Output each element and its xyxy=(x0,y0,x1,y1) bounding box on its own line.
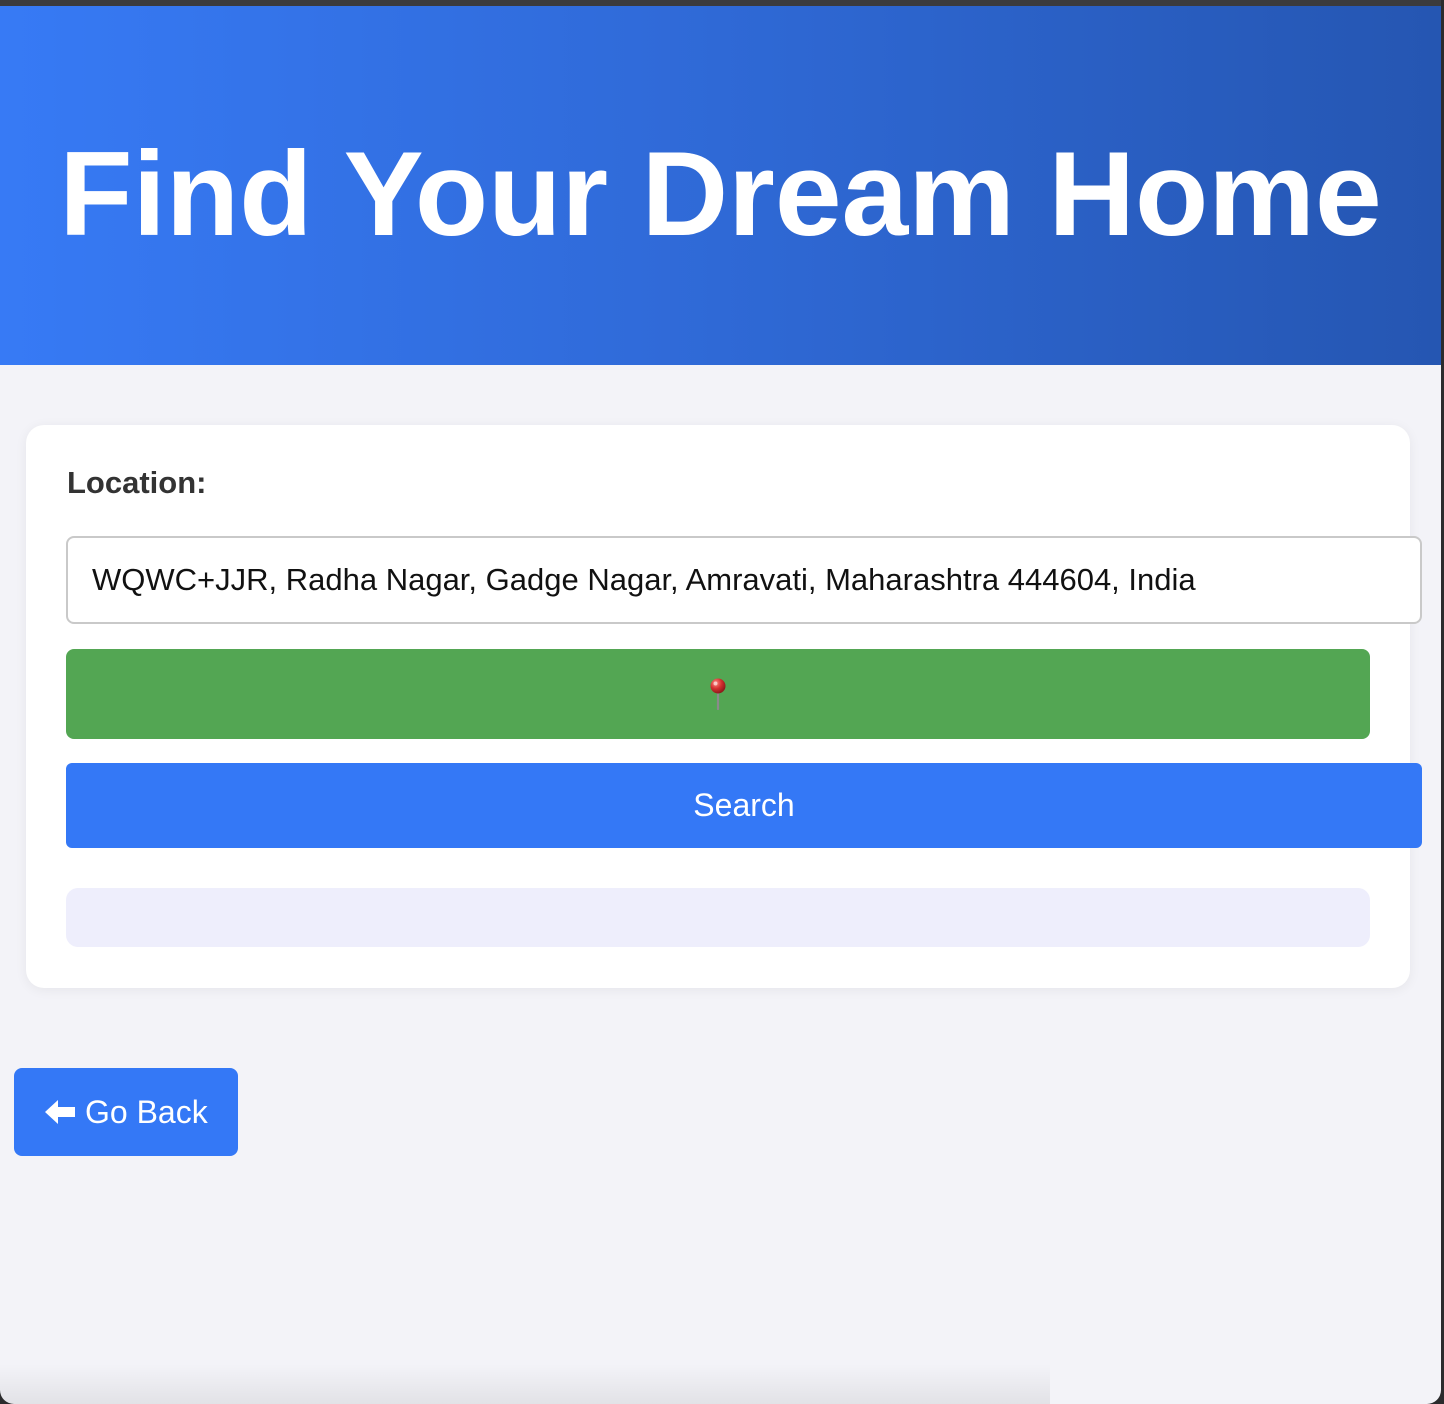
app-window: Find Your Dream Home Location: Search xyxy=(0,0,1441,1404)
search-card: Location: Search xyxy=(26,425,1422,988)
go-back-content: Go Back xyxy=(45,1068,208,1156)
page-title: Find Your Dream Home xyxy=(59,127,1382,261)
go-back-label: Go Back xyxy=(85,1093,208,1130)
hero-banner: Find Your Dream Home xyxy=(0,6,1441,365)
search-button[interactable]: Search xyxy=(66,763,1422,848)
results-container xyxy=(66,888,1370,947)
location-input[interactable] xyxy=(66,536,1422,624)
go-back-button[interactable]: Go Back xyxy=(14,1068,238,1156)
use-current-location-button[interactable] xyxy=(66,649,1370,739)
bottom-edge-shadow xyxy=(0,1364,1050,1404)
location-label: Location: xyxy=(67,465,207,500)
pushpin-icon xyxy=(710,678,726,710)
arrow-left-icon xyxy=(45,1100,75,1124)
